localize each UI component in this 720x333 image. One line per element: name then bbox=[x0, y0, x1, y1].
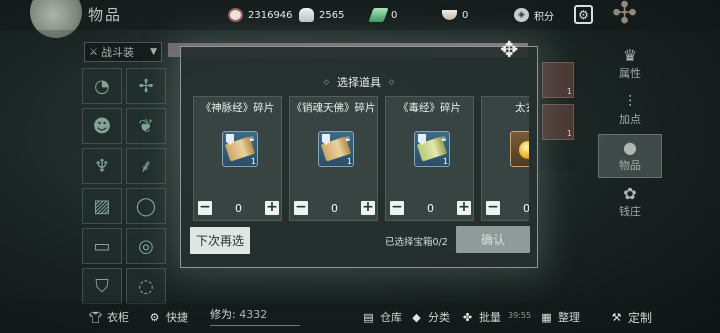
flower-ornament-icon: ✣ bbox=[612, 0, 638, 31]
item-card[interactable]: 《销魂天佛》碎片 🔒︎ 1 − 0 + bbox=[289, 96, 378, 221]
points-label: 积分 bbox=[534, 11, 554, 23]
increase-button[interactable]: + bbox=[265, 200, 279, 215]
item-card[interactable]: 《神脉经》碎片 🔒︎ 1 − 0 + bbox=[193, 96, 282, 221]
wardrobe-button[interactable]: 👕︎ 衣柜 bbox=[89, 309, 129, 325]
coin-icon bbox=[228, 8, 243, 22]
category-label: 分类 bbox=[428, 311, 450, 324]
currency-coins-value: 2316946 bbox=[248, 9, 293, 21]
lock-icon: 🔒︎ bbox=[249, 134, 254, 144]
settings-button[interactable]: ⚙ bbox=[574, 5, 593, 24]
bowl-icon bbox=[442, 10, 457, 20]
decrease-button[interactable]: − bbox=[198, 200, 212, 215]
warehouse-icon: ▤ bbox=[363, 310, 374, 324]
increase-button[interactable]: + bbox=[361, 200, 375, 215]
currency-jade-value: 0 bbox=[391, 9, 398, 21]
reselect-later-button[interactable]: 下次再选 bbox=[190, 227, 250, 254]
lock-icon: 🔒︎ bbox=[345, 134, 350, 144]
pinwheel-icon: ✤ bbox=[462, 310, 473, 324]
quantity-value: 0 bbox=[235, 201, 242, 215]
quick-label: 快捷 bbox=[166, 311, 188, 324]
cultivation-value: 4332 bbox=[239, 308, 268, 321]
page-title: 物品 bbox=[88, 6, 123, 24]
timer: 39:55 bbox=[508, 311, 531, 320]
decrease-button[interactable]: − bbox=[390, 200, 404, 215]
fragment-scroll-icon[interactable]: 🔒︎ 1 bbox=[222, 131, 258, 167]
diamond-icon: ◇ bbox=[323, 78, 329, 86]
dialog-title: ◇ 选择道具 ◇ bbox=[180, 74, 538, 90]
warehouse-label: 仓库 bbox=[380, 311, 402, 324]
item-count: 1 bbox=[250, 157, 256, 166]
selected-status: 已选择宝箱0/2 bbox=[385, 237, 448, 248]
quantity-value: 0 bbox=[427, 201, 434, 215]
currency-jade: 0 bbox=[368, 6, 398, 24]
customize-label: 定制 bbox=[628, 311, 653, 325]
item-card-name: 太玄 bbox=[515, 102, 529, 114]
currency-coins: 2316946 bbox=[228, 6, 293, 24]
quantity-value: 0 bbox=[331, 201, 338, 215]
quantity-value: 0 bbox=[523, 201, 529, 215]
warehouse-button[interactable]: ▤ 仓库 bbox=[362, 309, 402, 325]
item-card[interactable]: 太玄 1 − 0 + bbox=[481, 96, 529, 221]
diamond-icon: ◆ bbox=[412, 310, 421, 324]
quantity-stepper: − 0 + bbox=[198, 200, 279, 216]
confirm-button[interactable]: 确认 bbox=[456, 226, 530, 253]
points-icon: ◈ bbox=[514, 8, 529, 22]
jade-ticket-icon bbox=[368, 8, 389, 22]
currency-bowl-value: 0 bbox=[462, 9, 469, 21]
customize-button[interactable]: ⚒ 定制 bbox=[610, 309, 652, 326]
dialog-title-text: 选择道具 bbox=[337, 76, 381, 89]
fragment-scroll-icon[interactable]: 🔒︎ 1 bbox=[414, 131, 450, 167]
item-card-name: 《销魂天佛》碎片 bbox=[291, 102, 376, 114]
gear-icon: ⚙ bbox=[578, 7, 589, 22]
category-button[interactable]: ◆ 分类 bbox=[410, 309, 450, 325]
cultivation-label: 修为: bbox=[210, 308, 236, 321]
orb-shape bbox=[519, 141, 529, 159]
organize-icon: ▦ bbox=[541, 310, 552, 324]
hammer-icon: ⚒ bbox=[611, 311, 622, 324]
quantity-stepper: − 0 + bbox=[390, 200, 471, 216]
shirt-icon: 👕︎ bbox=[88, 310, 103, 324]
organize-button[interactable]: ▦ 整理 bbox=[540, 309, 580, 325]
decrease-button[interactable]: − bbox=[294, 200, 308, 215]
increase-button[interactable]: + bbox=[457, 200, 471, 215]
quick-button[interactable]: ⚙ 快捷 bbox=[148, 309, 188, 325]
item-card-clip: 太玄 1 − 0 + bbox=[481, 96, 529, 221]
fragment-scroll-icon[interactable]: 🔒︎ 1 bbox=[318, 131, 354, 167]
item-card-name: 《毒经》碎片 bbox=[398, 102, 461, 114]
cultivation-display: 修为: 4332 bbox=[210, 306, 300, 326]
decrease-button[interactable]: − bbox=[486, 200, 500, 215]
timer-value: 39:55 bbox=[508, 311, 532, 320]
item-card-name: 《神脉经》碎片 bbox=[200, 102, 275, 114]
quantity-stepper: − 0 + bbox=[486, 200, 529, 216]
close-flower-icon[interactable]: ✥ bbox=[500, 40, 518, 62]
item-card[interactable]: 《毒经》碎片 🔒︎ 1 − 0 + bbox=[385, 96, 474, 221]
currency-silver-value: 2565 bbox=[319, 9, 345, 21]
organize-label: 整理 bbox=[558, 311, 580, 324]
quantity-stepper: − 0 + bbox=[294, 200, 375, 216]
lock-icon: 🔒︎ bbox=[441, 134, 446, 144]
golden-orb-icon[interactable]: 1 bbox=[510, 131, 529, 167]
item-count: 1 bbox=[442, 157, 448, 166]
currency-silver: 2565 bbox=[299, 6, 344, 24]
batch-button[interactable]: ✤ 批量 bbox=[461, 309, 501, 325]
wardrobe-label: 衣柜 bbox=[107, 311, 129, 324]
silver-ingot-icon bbox=[299, 8, 314, 22]
gear-icon: ⚙ bbox=[149, 310, 160, 324]
batch-label: 批量 bbox=[479, 311, 501, 324]
currency-bowl: 0 bbox=[442, 6, 468, 24]
diamond-icon: ◇ bbox=[389, 78, 395, 86]
item-count: 1 bbox=[346, 157, 352, 166]
points-button[interactable]: ◈ 积分 bbox=[514, 6, 554, 24]
